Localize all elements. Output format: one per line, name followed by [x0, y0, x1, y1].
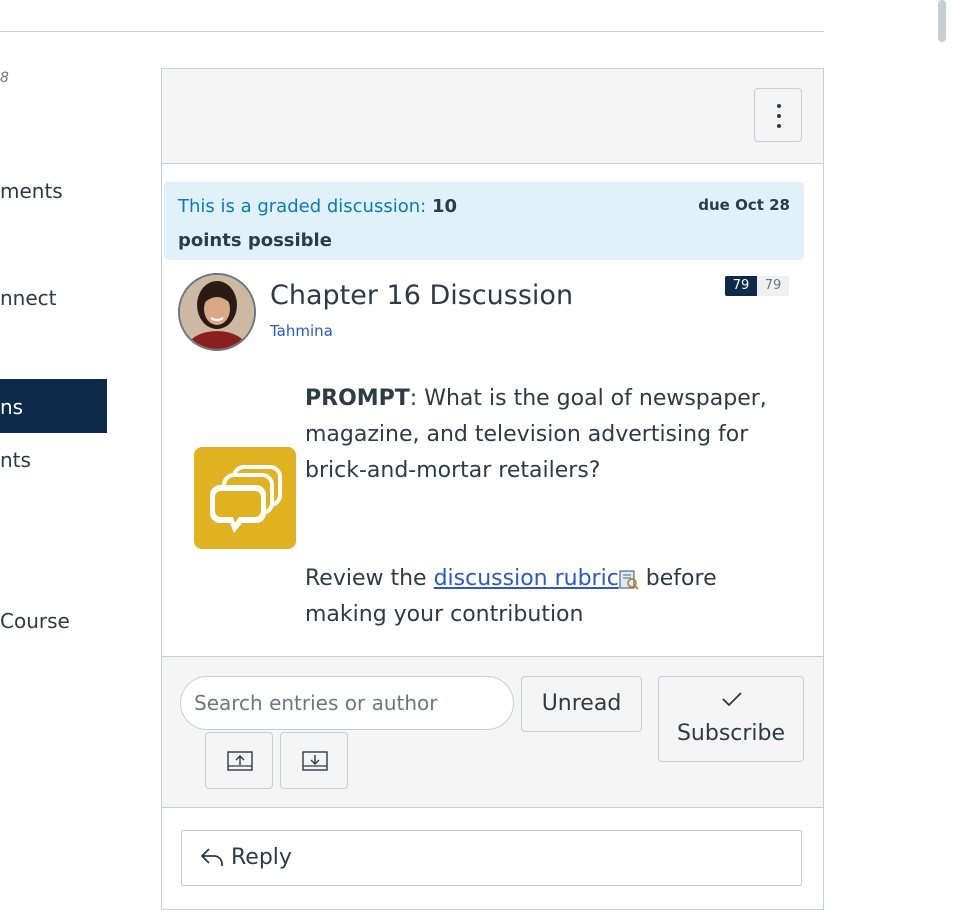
nav-date-fragment: 8	[0, 70, 9, 86]
collapse-all-button[interactable]	[205, 732, 273, 789]
subscribe-button[interactable]: Subscribe	[658, 676, 804, 762]
points-value: 10	[431, 196, 458, 217]
kebab-dot	[777, 104, 781, 108]
nav-item-discussions[interactable]: ns	[0, 379, 107, 433]
review-prefix: Review the	[305, 566, 434, 591]
nav-item-course[interactable]: Course	[0, 609, 70, 633]
expand-download-icon	[302, 751, 328, 771]
more-options-button[interactable]	[754, 88, 802, 142]
discussion-panel: This is a graded discussion: 10 points p…	[161, 68, 824, 910]
reply-button[interactable]: Reply	[181, 830, 802, 886]
points-suffix: points possible	[178, 230, 332, 251]
prompt-label: PROMPT	[305, 386, 410, 411]
prompt-text: PROMPT: What is the goal of newspaper, m…	[305, 381, 795, 489]
discussion-toolbar: Unread Subscribe	[162, 656, 823, 808]
avatar[interactable]	[178, 273, 256, 351]
graded-banner: This is a graded discussion: 10 points p…	[164, 182, 804, 260]
graded-label: This is a graded discussion:	[178, 196, 427, 217]
discussion-title: Chapter 16 Discussion	[270, 280, 574, 311]
nav-item-students[interactable]: nts	[0, 448, 31, 472]
due-date: due Oct 28	[698, 196, 790, 214]
graded-info: This is a graded discussion: 10	[178, 196, 457, 217]
total-count-badge: 79	[757, 276, 789, 296]
discussion-chat-icon	[194, 447, 296, 549]
kebab-dot	[777, 124, 781, 128]
reply-arrow-icon	[200, 848, 223, 866]
kebab-dot	[777, 114, 781, 118]
unread-filter-button[interactable]: Unread	[521, 676, 642, 732]
document-preview-icon[interactable]	[619, 566, 639, 590]
nav-item-connect[interactable]: nnect	[0, 286, 57, 310]
unread-count-badge: 79	[725, 276, 757, 296]
nav-item-discussions-label: ns	[0, 395, 24, 419]
author-link[interactable]: Tahmina	[270, 322, 333, 340]
checkmark-icon	[722, 692, 742, 707]
subscribe-label: Subscribe	[676, 721, 786, 746]
nav-item-assignments[interactable]: ments	[0, 179, 63, 203]
search-input[interactable]	[180, 676, 514, 730]
header-divider	[0, 31, 824, 32]
page-scrollbar[interactable]	[938, 0, 946, 42]
expand-all-button[interactable]	[280, 732, 348, 789]
review-text: Review the discussion rubric before maki…	[305, 561, 795, 633]
avatar-photo	[180, 275, 254, 349]
reply-label: Reply	[231, 845, 292, 870]
collapse-upload-icon	[227, 751, 253, 771]
rubric-link[interactable]: discussion rubric	[434, 566, 619, 591]
panel-header	[162, 69, 823, 164]
